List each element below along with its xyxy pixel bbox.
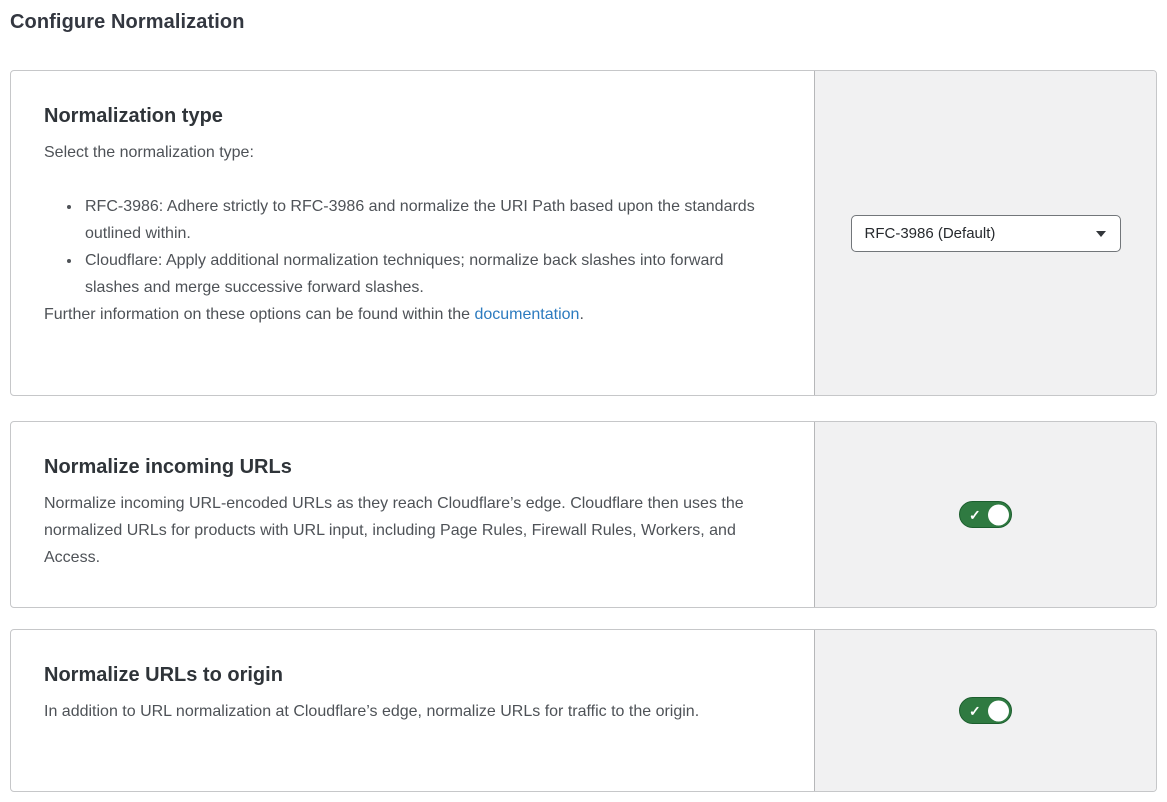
checkmark-icon: ✓	[969, 508, 981, 522]
checkmark-icon: ✓	[969, 704, 981, 718]
chevron-down-icon	[1096, 231, 1106, 237]
card-heading: Normalize incoming URLs	[44, 456, 766, 479]
normalize-urls-to-origin-toggle[interactable]: ✓	[959, 697, 1012, 724]
card-normalize-urls-to-origin: Normalize URLs to origin In addition to …	[10, 629, 1157, 792]
documentation-link[interactable]: documentation	[474, 306, 579, 323]
card-description: In addition to URL normalization at Clou…	[44, 698, 766, 725]
toggle-knob	[988, 700, 1009, 721]
select-value: RFC-3986 (Default)	[865, 225, 996, 242]
card-normalize-incoming-urls: Normalize incoming URLs Normalize incomi…	[10, 421, 1157, 608]
card-intro: Select the normalization type:	[44, 139, 766, 166]
card-description: Normalize incoming URL-encoded URLs as t…	[44, 490, 766, 571]
card-control-panel: ✓	[814, 630, 1156, 791]
normalize-incoming-urls-toggle[interactable]: ✓	[959, 501, 1012, 528]
card-normalization-type: Normalization type Select the normalizat…	[10, 70, 1157, 396]
footer-text-after: .	[579, 306, 583, 323]
page-title: Configure Normalization	[10, 11, 1157, 34]
card-content: Normalization type Select the normalizat…	[11, 71, 814, 395]
card-heading: Normalization type	[44, 105, 766, 128]
card-content: Normalize incoming URLs Normalize incomi…	[11, 422, 814, 607]
card-control-panel: ✓	[814, 422, 1156, 607]
toggle-knob	[988, 504, 1009, 525]
list-item-cloudflare: Cloudflare: Apply additional normalizati…	[82, 247, 766, 301]
card-footer-note: Further information on these options can…	[44, 301, 766, 328]
configure-normalization-page: Configure Normalization Normalization ty…	[0, 0, 1167, 802]
footer-text-before: Further information on these options can…	[44, 306, 474, 323]
list-item-rfc3986: RFC-3986: Adhere strictly to RFC-3986 an…	[82, 193, 766, 247]
card-content: Normalize URLs to origin In addition to …	[11, 630, 814, 791]
card-control-panel: RFC-3986 (Default)	[814, 71, 1156, 395]
normalization-type-select[interactable]: RFC-3986 (Default)	[851, 215, 1121, 252]
card-heading: Normalize URLs to origin	[44, 664, 766, 687]
normalization-options-list: RFC-3986: Adhere strictly to RFC-3986 an…	[44, 193, 766, 301]
